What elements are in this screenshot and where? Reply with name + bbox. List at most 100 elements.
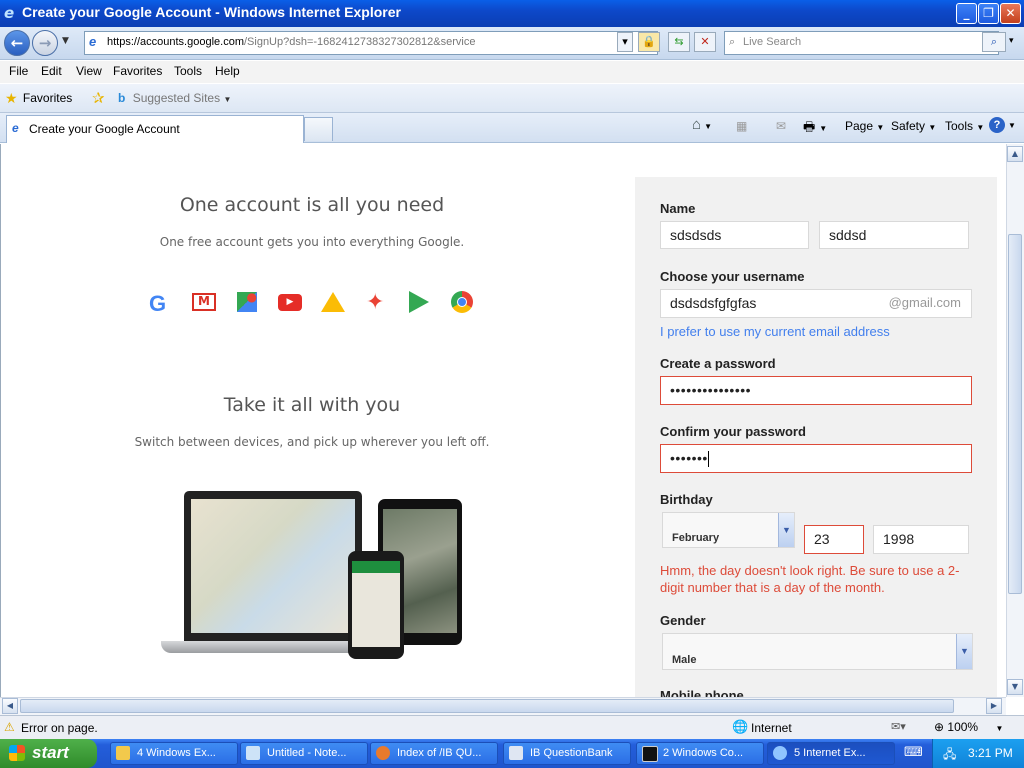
heading-one-account: One account is all you need	[179, 194, 445, 216]
menu-favorites[interactable]: Favorites	[113, 64, 162, 78]
scroll-up-button[interactable]: ▲	[1007, 146, 1023, 162]
forward-button[interactable]: →	[32, 30, 58, 56]
birth-year-input[interactable]: 1998	[873, 525, 969, 554]
username-input[interactable]: dsdsdsfgfgfas @gmail.com	[660, 289, 972, 318]
chevron-down-icon: ▼	[819, 124, 828, 133]
address-toolbar: ← → ▼ e https://accounts.google.com/Sign…	[0, 27, 1024, 60]
search-input[interactable]: ⌕ Live Search	[724, 31, 999, 55]
home-icon: ⌂	[692, 116, 702, 133]
gender-select[interactable]: Male ▼	[662, 633, 973, 670]
scroll-left-button[interactable]: ◀	[2, 698, 18, 714]
tab-create-account[interactable]: e Create your Google Account	[6, 115, 304, 143]
favorites-label: Favorites	[22, 91, 73, 105]
protected-mode-icon[interactable]: ✉▾	[891, 720, 906, 733]
search-button[interactable]: ⌕	[982, 32, 1006, 52]
phone-image	[348, 551, 404, 659]
new-tab-button[interactable]	[304, 117, 333, 141]
task-label: 4 Windows Ex...	[137, 747, 216, 759]
help-button[interactable]: ? ▼	[989, 117, 1016, 133]
drive-icon	[321, 292, 345, 312]
tab-row: e Create your Google Account ⌂ ▼ ▦ ✉ 🖶 ▼ P…	[0, 113, 1024, 143]
gender-label: Gender	[660, 613, 706, 628]
zoom-control[interactable]: ⊕ 100% ▼	[934, 720, 1003, 734]
address-dropdown-button[interactable]: ▾	[617, 32, 633, 52]
chevron-down-icon: ▼	[223, 95, 232, 104]
maximize-button[interactable]: ❐	[978, 3, 999, 24]
read-mail-icon[interactable]: ✉	[776, 119, 786, 133]
birth-month-select[interactable]: February ▼	[662, 512, 795, 548]
menu-view[interactable]: View	[76, 64, 102, 78]
print-button[interactable]: 🖶 ▼	[803, 118, 827, 140]
menu-bar: File Edit View Favorites Tools Help	[0, 61, 1024, 83]
task-ib-questionbank[interactable]: IB QuestionBank	[503, 742, 631, 765]
gmail-icon: M	[192, 293, 216, 311]
address-bar[interactable]: e https://accounts.google.com/SignUp?dsh…	[84, 31, 658, 55]
birthday-error-message: Hmm, the day doesn't look right. Be sure…	[660, 563, 960, 595]
suggested-sites-button[interactable]: b Suggested Sites ▼	[118, 91, 231, 105]
minimize-button[interactable]: _	[956, 3, 977, 24]
feeds-icon[interactable]: ▦	[736, 119, 747, 133]
arrow-right-icon: ▶	[990, 701, 998, 710]
menu-edit[interactable]: Edit	[41, 64, 62, 78]
page-menu-label: Page	[845, 119, 874, 133]
status-error-text[interactable]: Error on page.	[21, 721, 98, 735]
menu-help[interactable]: Help	[215, 64, 240, 78]
refresh-icon: ⇆	[674, 35, 684, 48]
home-button[interactable]: ⌂ ▼	[692, 116, 712, 133]
history-dropdown-icon[interactable]: ▼	[62, 36, 69, 46]
chevron-down-icon: ▾	[622, 35, 628, 48]
horizontal-scrollbar[interactable]: ◀ ▶	[0, 697, 1006, 715]
safety-menu[interactable]: Safety ▼	[891, 119, 936, 133]
photos-icon: ✦	[366, 290, 385, 315]
start-button[interactable]: start	[0, 739, 97, 768]
back-button[interactable]: ←	[4, 30, 30, 56]
favorites-button[interactable]: ★ Favorites	[5, 90, 72, 107]
warning-icon[interactable]: ⚠	[4, 720, 15, 734]
task-windows-command[interactable]: 2 Windows Co...	[636, 742, 764, 765]
bing-icon: b	[118, 91, 126, 105]
task-windows-explorer[interactable]: 4 Windows Ex...	[110, 742, 238, 765]
close-window-button[interactable]: ✕	[1000, 3, 1021, 24]
app-icon	[509, 746, 523, 760]
youtube-icon: ▶	[278, 294, 302, 311]
url-domain: google.com	[187, 36, 244, 48]
ie-logo-icon: e	[4, 4, 15, 22]
task-label: 2 Windows Co...	[663, 747, 744, 759]
confirm-password-value: •••••••	[670, 450, 708, 466]
horizontal-scroll-thumb[interactable]	[20, 699, 954, 713]
subheading-one-account: One free account gets you into everythin…	[159, 235, 465, 249]
scroll-down-button[interactable]: ▼	[1007, 679, 1023, 695]
task-internet-explorer[interactable]: 5 Internet Ex...	[767, 742, 895, 765]
refresh-button[interactable]: ⇆	[668, 32, 690, 52]
task-notepad[interactable]: Untitled - Note...	[240, 742, 368, 765]
security-lock-button[interactable]: 🔒	[638, 32, 660, 52]
last-name-input[interactable]: sddsd	[819, 221, 969, 249]
use-current-email-link[interactable]: I prefer to use my current email address	[660, 324, 890, 339]
vertical-scrollbar[interactable]: ▲ ▼	[1006, 144, 1024, 697]
network-icon[interactable]: 🖧	[943, 745, 956, 766]
menu-file[interactable]: File	[9, 64, 28, 78]
stop-button[interactable]: ✕	[694, 32, 716, 52]
add-favorite-icon[interactable]: ✰	[92, 89, 105, 107]
zoom-icon: ⊕	[934, 720, 945, 734]
menu-tools[interactable]: Tools	[174, 64, 202, 78]
arrow-down-icon: ▼	[1011, 682, 1019, 691]
search-options-icon[interactable]: ▾	[1009, 36, 1014, 46]
keyboard-icon[interactable]: ⌨	[904, 745, 923, 760]
printer-icon: 🖶	[803, 119, 816, 134]
scroll-right-button[interactable]: ▶	[986, 698, 1002, 714]
password-input[interactable]: •••••••••••••••	[660, 376, 972, 405]
page-menu[interactable]: Page ▼	[845, 119, 884, 133]
task-index-ib[interactable]: Index of /IB QU...	[370, 742, 498, 765]
confirm-password-input[interactable]: •••••••	[660, 444, 972, 473]
search-glass-icon: ⌕	[729, 36, 736, 48]
tools-menu[interactable]: Tools ▼	[945, 119, 984, 133]
task-label: 5 Internet Ex...	[794, 747, 866, 759]
first-name-input[interactable]: sdsdsds	[660, 221, 809, 249]
vertical-scroll-thumb[interactable]	[1008, 234, 1022, 594]
console-icon	[642, 746, 658, 762]
birth-day-input[interactable]: 23	[804, 525, 864, 554]
chrome-icon	[451, 291, 473, 313]
arrow-left-icon: ←	[10, 34, 24, 52]
folder-icon	[116, 746, 130, 760]
